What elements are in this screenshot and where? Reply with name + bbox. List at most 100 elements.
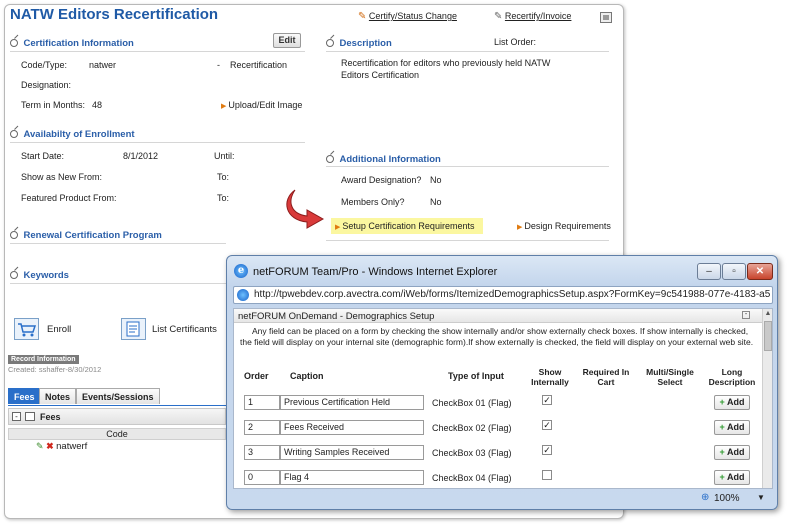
description-text: Recertification for editors who previous…: [341, 58, 551, 80]
add-description-button[interactable]: + Add: [714, 395, 750, 410]
renewal-header[interactable]: Renewal Certification Program: [10, 230, 162, 241]
edit-pencil-icon[interactable]: ✎: [36, 441, 44, 451]
show-internally-checkbox[interactable]: ✓: [542, 445, 552, 455]
members-value: No: [430, 197, 442, 207]
design-requirements-label[interactable]: Design Requirements: [524, 221, 611, 231]
col-show-internally: Show Internally: [531, 367, 569, 387]
award-value: No: [430, 175, 442, 185]
add-description-button[interactable]: + Add: [714, 445, 750, 460]
enroll-cart-icon[interactable]: [14, 318, 39, 340]
type-value: CheckBox 01 (Flag): [432, 398, 512, 408]
intro-text: Any field can be placed on a form by che…: [240, 326, 754, 347]
upload-image-link[interactable]: ▶ Upload/Edit Image: [221, 100, 302, 110]
keywords-header[interactable]: Keywords: [10, 270, 69, 281]
page-icon: [237, 289, 249, 301]
pdf-icon[interactable]: [600, 12, 612, 23]
caption-input[interactable]: Flag 4: [280, 470, 424, 485]
delete-x-icon[interactable]: ✖: [46, 441, 54, 451]
setup-requirements-label[interactable]: Setup Certification Requirements: [342, 221, 474, 231]
list-certificants-action[interactable]: List Certificants: [152, 324, 217, 335]
caption-input[interactable]: Fees Received: [280, 420, 424, 435]
order-input[interactable]: 1: [244, 395, 280, 410]
collapse-circle-icon[interactable]: [10, 39, 18, 47]
scrollbar-thumb[interactable]: [764, 321, 772, 351]
type-value: CheckBox 03 (Flag): [432, 448, 512, 458]
divider: [10, 142, 305, 143]
divider: [326, 51, 609, 52]
keywords-title: Keywords: [23, 270, 69, 281]
col-required: Required In Cart: [582, 367, 630, 387]
collapse-circle-icon[interactable]: [10, 231, 18, 239]
fees-row: ✎ ✖ natwerf: [36, 441, 87, 452]
design-requirements-link[interactable]: ▶ Design Requirements: [517, 221, 611, 231]
add-label[interactable]: Add: [727, 397, 745, 407]
add-description-button[interactable]: + Add: [714, 470, 750, 485]
setup-requirements-link[interactable]: ▶ Setup Certification Requirements: [335, 221, 474, 231]
maximize-button[interactable]: ▫: [722, 263, 746, 280]
col-order: Order: [244, 371, 269, 381]
code-type-label: Code/Type:: [21, 60, 68, 70]
order-input[interactable]: 2: [244, 420, 280, 435]
recertify-link[interactable]: ✎ Recertify/Invoice: [494, 11, 571, 22]
grid-icon: [25, 412, 35, 421]
address-bar[interactable]: http://tpwebdev.corp.avectra.com/iWeb/fo…: [233, 286, 773, 304]
show-internally-checkbox[interactable]: ✓: [542, 420, 552, 430]
additional-header[interactable]: Additional Information: [326, 154, 441, 165]
add-plus-icon: +: [719, 447, 725, 457]
fees-header-bar: - Fees: [8, 408, 226, 425]
list-order-label: List Order:: [494, 37, 537, 47]
minimize-button[interactable]: –: [697, 263, 721, 280]
term-label: Term in Months:: [21, 100, 86, 110]
collapse-toggle-icon[interactable]: -: [12, 412, 21, 421]
vertical-scrollbar[interactable]: ▲: [762, 309, 772, 488]
edit-button[interactable]: Edit: [273, 33, 301, 48]
caption-input[interactable]: Previous Certification Held: [280, 395, 424, 410]
collapse-toggle-icon[interactable]: -: [742, 311, 750, 319]
add-description-button[interactable]: + Add: [714, 420, 750, 435]
add-label[interactable]: Add: [727, 447, 745, 457]
panel-title: netFORUM OnDemand - Demographics Setup: [238, 311, 435, 322]
close-button[interactable]: ✕: [747, 263, 773, 280]
add-label[interactable]: Add: [727, 422, 745, 432]
show-internally-checkbox[interactable]: [542, 470, 552, 480]
tab-notes[interactable]: Notes: [39, 388, 77, 404]
collapse-circle-icon[interactable]: [10, 130, 18, 138]
cert-info-header[interactable]: Certification Information: [10, 38, 134, 49]
ie-logo-icon: e: [234, 264, 248, 278]
add-label[interactable]: Add: [727, 472, 745, 482]
show-internally-checkbox[interactable]: ✓: [542, 395, 552, 405]
recertify-link-label[interactable]: Recertify/Invoice: [505, 11, 572, 21]
availability-header[interactable]: Availabilty of Enrollment: [10, 129, 135, 140]
tab-fees[interactable]: Fees: [8, 388, 41, 404]
award-label: Award Designation?: [341, 175, 422, 185]
list-certificants-icon[interactable]: [121, 318, 146, 340]
fee-code-value: natwerf: [56, 441, 88, 452]
description-header[interactable]: Description: [326, 38, 392, 49]
certify-link[interactable]: ✎ Certify/Status Change: [358, 11, 457, 22]
address-url[interactable]: http://tpwebdev.corp.avectra.com/iWeb/fo…: [254, 289, 770, 300]
tab-events-sessions[interactable]: Events/Sessions: [76, 388, 160, 404]
scroll-up-icon[interactable]: ▲: [763, 309, 772, 319]
availability-title: Availabilty of Enrollment: [23, 129, 135, 140]
collapse-circle-icon[interactable]: [326, 39, 334, 47]
orange-arrow-icon: ▶: [335, 224, 341, 231]
caption-input[interactable]: Writing Samples Received: [280, 445, 424, 460]
term-value: 48: [92, 100, 103, 110]
enroll-action[interactable]: Enroll: [47, 324, 71, 335]
order-input[interactable]: 0: [244, 470, 280, 485]
zoom-icon[interactable]: ⊕: [701, 492, 709, 503]
ie-window: e netFORUM Team/Pro - Windows Internet E…: [226, 255, 778, 510]
members-label: Members Only?: [341, 197, 405, 207]
ie-content-area: netFORUM OnDemand - Demographics Setup -…: [233, 308, 773, 489]
divider: [326, 166, 609, 167]
collapse-circle-icon[interactable]: [10, 271, 18, 279]
orange-arrow-icon: ▶: [517, 224, 523, 231]
zoom-dropdown-icon[interactable]: ▼: [757, 493, 765, 502]
collapse-circle-icon[interactable]: [326, 155, 334, 163]
certify-link-label[interactable]: Certify/Status Change: [369, 11, 457, 21]
divider: [326, 240, 609, 241]
fees-code-column[interactable]: Code: [8, 428, 226, 440]
upload-image-label[interactable]: Upload/Edit Image: [228, 100, 302, 110]
zoom-level[interactable]: 100%: [714, 493, 740, 504]
order-input[interactable]: 3: [244, 445, 280, 460]
